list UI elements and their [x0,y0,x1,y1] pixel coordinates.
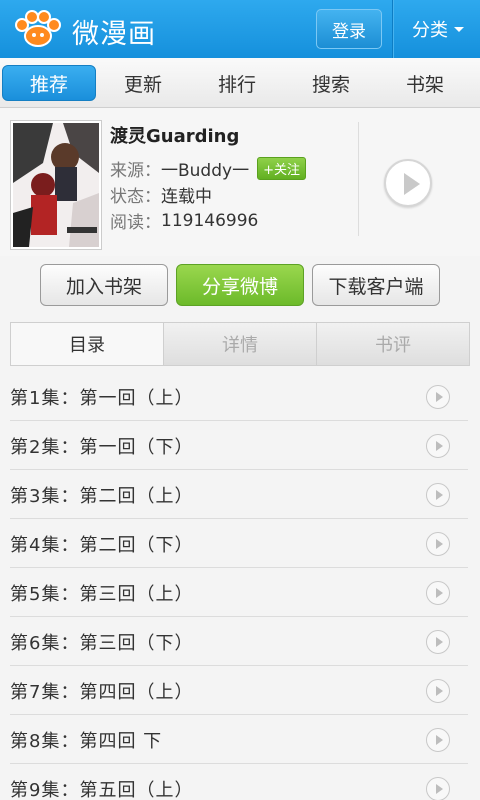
book-info-panel: 渡灵Guarding 来源： 一Buddy一 +关注 状态： 连载中 阅读： 1… [0,108,480,256]
tab-reviews[interactable]: 书评 [316,323,469,365]
paw-logo-icon [15,10,61,47]
play-icon[interactable] [426,581,450,605]
episode-list: 第1集：第一回（上） 第2集：第一回（下） 第3集：第二回（上） 第4集：第二回… [0,372,480,800]
episode-row[interactable]: 第2集：第一回（下） [10,421,468,470]
category-menu-button[interactable]: 分类 [396,0,480,58]
play-icon[interactable] [426,630,450,654]
book-title: 渡灵Guarding [110,126,240,147]
play-icon[interactable] [426,434,450,458]
episode-row[interactable]: 第4集：第二回（下） [10,519,468,568]
follow-button[interactable]: +关注 [257,157,306,180]
episode-title: 第7集：第四回（上） [10,682,194,703]
book-cover[interactable] [10,120,102,250]
caret-down-icon [454,26,464,32]
share-weibo-button[interactable]: 分享微博 [176,264,304,306]
play-icon[interactable] [426,777,450,800]
tab-details[interactable]: 详情 [163,323,316,365]
info-divider [358,122,359,236]
tab-recommend[interactable]: 推荐 [2,65,96,101]
source-label: 来源： [110,161,161,181]
tab-bookshelf[interactable]: 书架 [378,65,472,101]
episode-row[interactable]: 第5集：第三回（上） [10,568,468,617]
status-value: 连载中 [161,187,212,207]
add-to-bookshelf-button[interactable]: 加入书架 [40,264,168,306]
author-name[interactable]: 一Buddy一 [161,156,249,181]
reads-label: 阅读： [110,213,161,233]
cover-image [13,123,99,247]
episode-row[interactable]: 第3集：第二回（上） [10,470,468,519]
episode-title: 第9集：第五回（上） [10,780,194,800]
play-icon[interactable] [426,532,450,556]
status-row: 状态： 连载中 [110,182,212,207]
category-label: 分类 [412,20,448,41]
episode-row[interactable]: 第1集：第一回（上） [10,372,468,421]
episode-title: 第5集：第三回（上） [10,584,194,605]
tab-update[interactable]: 更新 [96,65,190,101]
play-icon[interactable] [426,483,450,507]
episode-title: 第4集：第二回（下） [10,535,194,556]
play-icon[interactable] [426,728,450,752]
episode-row[interactable]: 第9集：第五回（上） [10,764,468,800]
app-title: 微漫画 [72,19,156,50]
episode-title: 第8集：第四回 下 [10,731,163,752]
detail-tabs: 目录 详情 书评 [10,322,470,366]
episode-row[interactable]: 第8集：第四回 下 [10,715,468,764]
play-icon[interactable] [426,679,450,703]
tab-catalog[interactable]: 目录 [11,323,163,365]
episode-row[interactable]: 第7集：第四回（上） [10,666,468,715]
episode-title: 第1集：第一回（上） [10,388,194,409]
header-divider [392,0,393,58]
episode-title: 第3集：第二回（上） [10,486,194,507]
episode-title: 第2集：第一回（下） [10,437,194,458]
episode-title: 第6集：第三回（下） [10,633,194,654]
reads-value: 119146996 [161,210,259,231]
download-client-button[interactable]: 下载客户端 [312,264,440,306]
app-header: 微漫画 登录 分类 [0,0,480,58]
start-reading-play-icon[interactable] [384,159,432,207]
source-row: 来源： 一Buddy一 +关注 [110,156,306,181]
reads-row: 阅读： 119146996 [110,208,259,234]
status-label: 状态： [110,187,161,207]
main-nav: 推荐 更新 排行 搜索 书架 [0,58,480,108]
login-button[interactable]: 登录 [316,9,382,49]
play-icon[interactable] [426,385,450,409]
tab-search[interactable]: 搜索 [284,65,378,101]
tab-ranking[interactable]: 排行 [190,65,284,101]
episode-row[interactable]: 第6集：第三回（下） [10,617,468,666]
